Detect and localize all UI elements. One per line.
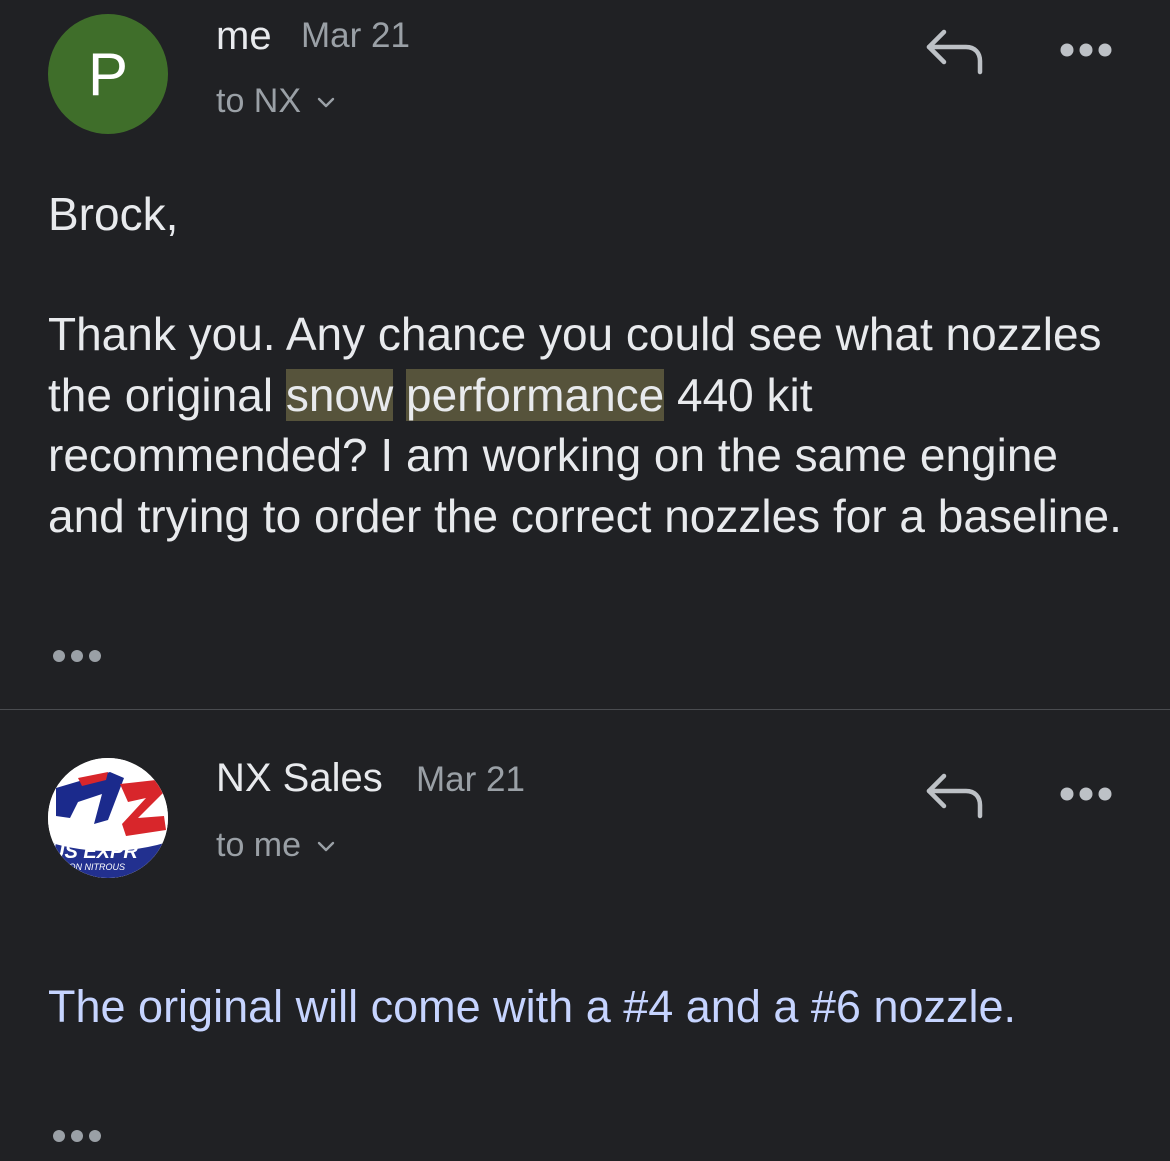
logo-text: US EXPR [50, 841, 138, 863]
avatar-letter: P [87, 40, 129, 108]
email-message-2: US EXPR ION NITROUS NX Sales Mar 21 to m… [0, 710, 1170, 1161]
sender-name[interactable]: NX Sales [216, 756, 383, 801]
search-highlight: snow [285, 368, 394, 421]
search-highlight: performance [406, 368, 665, 421]
recipient-label: to NX [216, 82, 302, 120]
sender-avatar[interactable]: P [48, 14, 168, 134]
company-logo-icon: US EXPR ION NITROUS [48, 758, 168, 878]
sender-name[interactable]: me [216, 14, 272, 59]
recipient-details-toggle[interactable]: to me [216, 826, 337, 865]
more-options-icon[interactable] [1058, 782, 1114, 806]
message-date: Mar 21 [416, 760, 525, 799]
recipient-label: to me [216, 826, 302, 864]
email-message-1: P me Mar 21 to NX Brock, Thank you. Any … [0, 0, 1170, 709]
show-trimmed-content-icon[interactable] [50, 1126, 106, 1146]
show-trimmed-content-icon[interactable] [50, 646, 106, 666]
recipient-details-toggle[interactable]: to NX [216, 82, 337, 121]
logo-subtext: ION NITROUS [66, 862, 125, 872]
sender-avatar[interactable]: US EXPR ION NITROUS [48, 758, 168, 878]
reply-icon[interactable] [922, 770, 986, 822]
more-options-icon[interactable] [1058, 38, 1114, 62]
message-date: Mar 21 [301, 16, 410, 55]
chevron-down-icon [317, 841, 335, 851]
reply-icon[interactable] [922, 26, 986, 78]
message-greeting: Brock, [48, 188, 179, 240]
message-body: The original will come with a #4 and a #… [48, 981, 1017, 1032]
message-body: Thank you. Any chance you could see what… [48, 304, 1128, 546]
chevron-down-icon [317, 97, 335, 107]
